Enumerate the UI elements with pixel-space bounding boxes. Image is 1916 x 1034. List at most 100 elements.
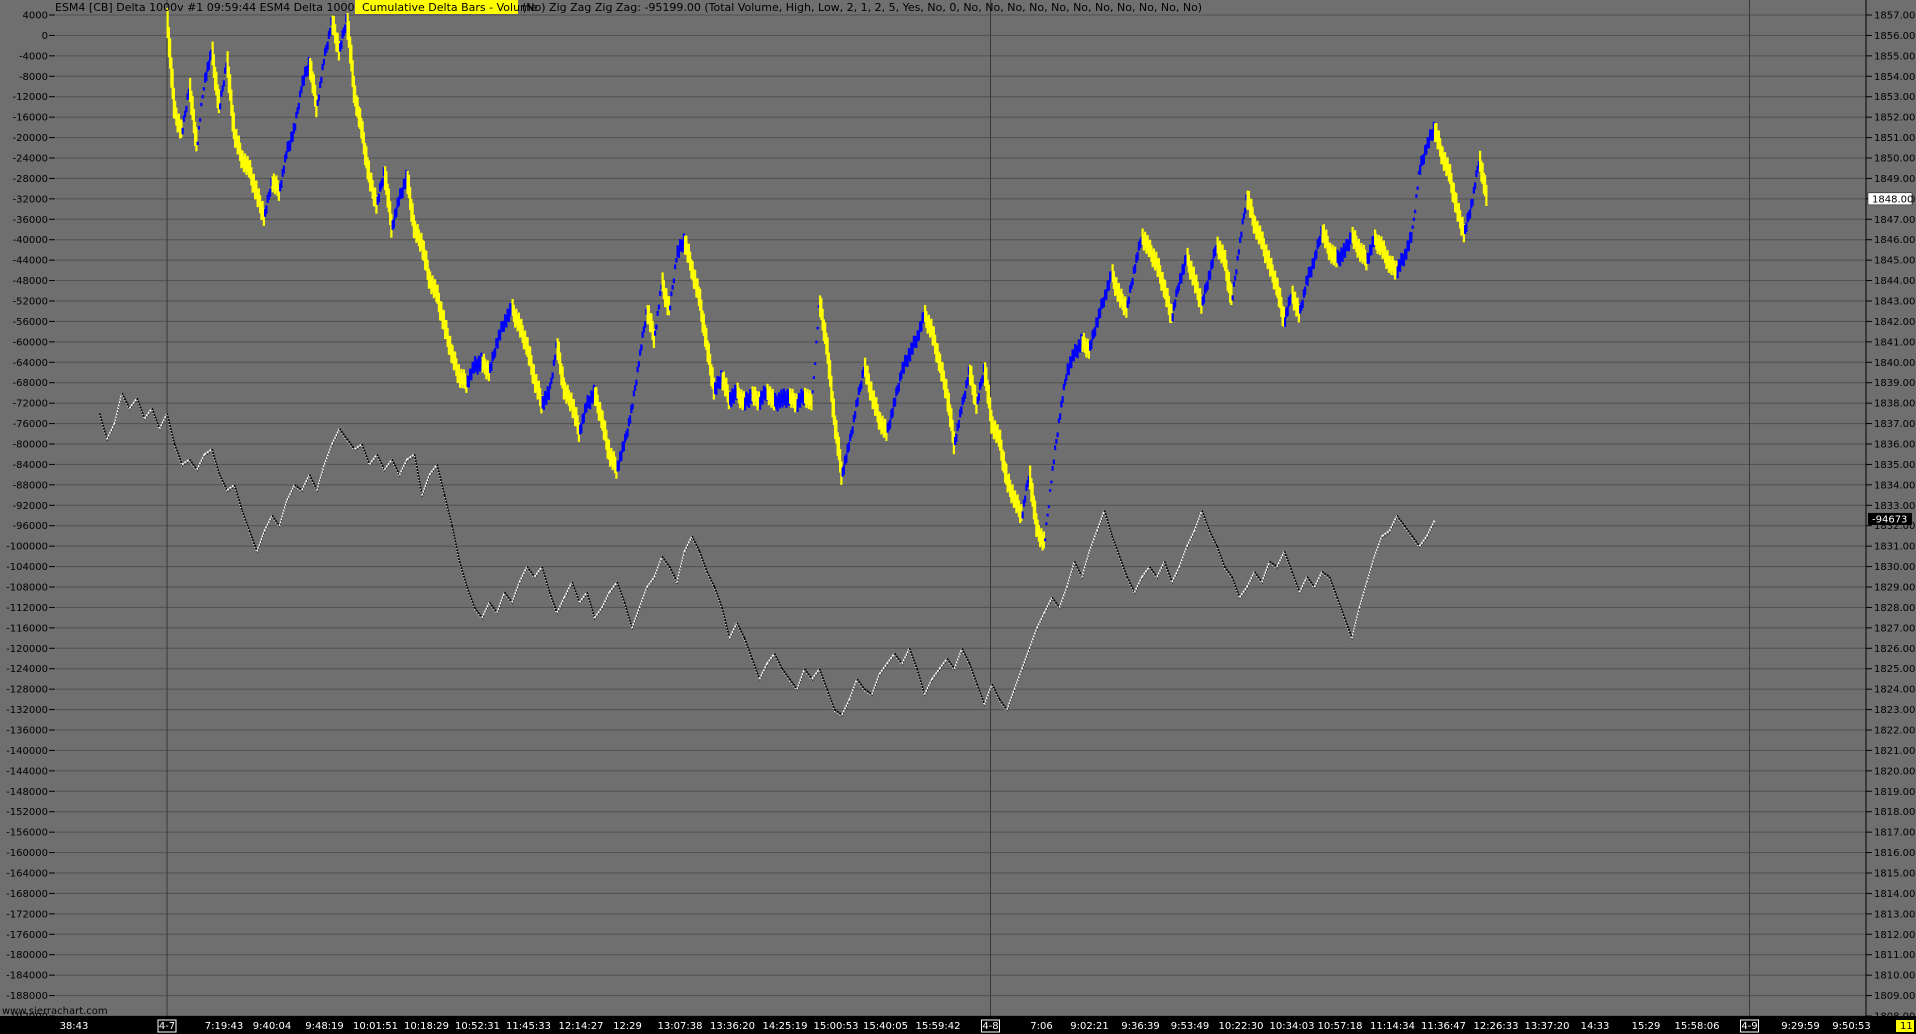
x-tick-label: 14:33 — [1581, 1021, 1610, 1032]
right-tick-label: 1827.00 — [1874, 623, 1915, 634]
x-tick-label: 10:57:18 — [1318, 1021, 1363, 1032]
left-tick-label: -80000 — [13, 440, 48, 451]
right-tick-label: 1844.00 — [1874, 276, 1915, 287]
right-tick-label: 1810.00 — [1874, 971, 1915, 982]
right-tick-label: 1816.00 — [1874, 848, 1915, 859]
left-tick-label: -76000 — [13, 419, 48, 430]
x-axis[interactable]: 38:43 4-7 7:19:43 9:40:04 9:48:19 10:01:51 10:… — [0, 1016, 1916, 1034]
x-tick-label: 12:14:27 — [559, 1021, 604, 1032]
left-tick-label: -32000 — [13, 194, 48, 205]
right-tick-label: 1855.00 — [1874, 51, 1915, 62]
x-tick-label: 11:45:33 — [506, 1021, 551, 1032]
x-tick-label: 12:29 — [613, 1021, 642, 1032]
left-tick-label: 0 — [42, 31, 48, 42]
right-tick-label: 1854.00 — [1874, 72, 1915, 83]
left-tick-label: -36000 — [13, 215, 48, 226]
chart-svg: 4000 0 -4000 -8000 -12000 -16000 -20000 -24000 -… — [0, 0, 1916, 1034]
left-tick-label: -88000 — [13, 480, 48, 491]
x-tick-label: 15:40:05 — [863, 1021, 908, 1032]
x-tick-label: 9:48:19 — [305, 1021, 344, 1032]
right-tick-label: 1823.00 — [1874, 705, 1915, 716]
left-tick-label: -188000 — [6, 991, 48, 1002]
header-prefix: ESM4 [CB] Delta 1000v #1 09:59:44 ESM4 D… — [55, 1, 381, 14]
left-tick-label: -120000 — [6, 644, 48, 655]
left-tick-label: -140000 — [6, 746, 48, 757]
right-tick-label: 1850.00 — [1874, 154, 1915, 165]
left-tick-label: -68000 — [13, 378, 48, 389]
x-tick-label: 7:06 — [1030, 1021, 1052, 1032]
left-tick-label: -160000 — [6, 848, 48, 859]
x-tick-label: 10:34:03 — [1270, 1021, 1315, 1032]
header-suffix: (No) Zig Zag Zig Zag: -95199.00 (Total V… — [522, 1, 1202, 14]
x-tick-label: 14:25:19 — [763, 1021, 808, 1032]
right-tick-label: 1824.00 — [1874, 685, 1915, 696]
left-tick-label: -132000 — [6, 705, 48, 716]
left-tick-label: -12000 — [13, 92, 48, 103]
left-tick-label: -24000 — [13, 154, 48, 165]
left-tick-label: -112000 — [6, 603, 48, 614]
right-axis[interactable]: 1857.00 1856.00 1855.00 1854.00 1853.00 1852.… — [1865, 0, 1915, 1023]
right-tick-label: 1813.00 — [1874, 909, 1915, 920]
x-tick-label: 13:07:38 — [658, 1021, 703, 1032]
right-tick-label: 1849.00 — [1874, 174, 1915, 185]
right-tick-label: 1838.00 — [1874, 399, 1915, 410]
right-tick-label: 1814.00 — [1874, 889, 1915, 900]
right-tick-label: 1852.00 — [1874, 113, 1915, 124]
left-tick-label: -56000 — [13, 317, 48, 328]
x-tick-label: 9:40:04 — [253, 1021, 292, 1032]
left-tick-label: -180000 — [6, 950, 48, 961]
left-tick-label: -168000 — [6, 889, 48, 900]
right-tick-label: 1822.00 — [1874, 726, 1915, 737]
left-tick-label: -116000 — [6, 623, 48, 634]
x-tick-label: 13:36:20 — [710, 1021, 755, 1032]
right-tick-label: 1857.00 — [1874, 11, 1915, 22]
right-tick-label: 1836.00 — [1874, 440, 1915, 451]
right-tick-label: 1856.00 — [1874, 31, 1915, 42]
date-box-label: 4-8 — [982, 1021, 998, 1032]
left-tick-label: -100000 — [6, 542, 48, 553]
right-tick-label: 1831.00 — [1874, 542, 1915, 553]
left-tick-label: -92000 — [13, 501, 48, 512]
x-tick-label: 15:29 — [1632, 1021, 1661, 1032]
left-tick-label: -108000 — [6, 583, 48, 594]
x-tick-label: 10:18:29 — [404, 1021, 449, 1032]
left-tick-label: -104000 — [6, 562, 48, 573]
x-tick-label: 10:22:30 — [1219, 1021, 1264, 1032]
right-tick-label: 1818.00 — [1874, 807, 1915, 818]
x-tick-label: 11:36:47 — [1421, 1021, 1466, 1032]
right-tick-label: 1829.00 — [1874, 583, 1915, 594]
x-tick-label: 15:58:06 — [1675, 1021, 1720, 1032]
left-tick-label: -172000 — [6, 909, 48, 920]
right-tick-label: 1812.00 — [1874, 930, 1915, 941]
x-tick-label: 9:50:53 — [1832, 1021, 1871, 1032]
study-label[interactable]: Cumulative Delta Bars - Volume — [362, 1, 538, 14]
x-tick-label: 9:36:39 — [1121, 1021, 1160, 1032]
right-tick-label: 1846.00 — [1874, 235, 1915, 246]
right-tick-label: 1809.00 — [1874, 991, 1915, 1002]
corner-badge-label: 11 — [1900, 1021, 1913, 1032]
x-tick-label: 9:29:59 — [1781, 1021, 1820, 1032]
right-tick-label: 1826.00 — [1874, 644, 1915, 655]
right-tick-label: 1828.00 — [1874, 603, 1915, 614]
right-tick-label: 1839.00 — [1874, 378, 1915, 389]
last-price-label: 1848.00 — [1872, 194, 1913, 205]
right-tick-label: 1853.00 — [1874, 92, 1915, 103]
right-tick-label: 1830.00 — [1874, 562, 1915, 573]
x-tick-label: 38:43 — [60, 1021, 89, 1032]
last-delta-label: -94673 — [1872, 514, 1907, 525]
left-tick-label: -128000 — [6, 685, 48, 696]
left-tick-label: -136000 — [6, 726, 48, 737]
left-tick-label: -144000 — [6, 766, 48, 777]
left-tick-label: 4000 — [23, 11, 48, 22]
x-tick-label: 7:19:43 — [205, 1021, 244, 1032]
x-tick-label: 9:02:21 — [1070, 1021, 1109, 1032]
left-tick-label: -96000 — [13, 521, 48, 532]
right-tick-label: 1842.00 — [1874, 317, 1915, 328]
left-tick-label: -64000 — [13, 358, 48, 369]
left-tick-label: -148000 — [6, 787, 48, 798]
chart-header: ESM4 [CB] Delta 1000v #1 09:59:44 ESM4 D… — [55, 0, 1202, 14]
watermark: www.sierrachart.com — [2, 1006, 108, 1017]
left-tick-label: -176000 — [6, 930, 48, 941]
left-tick-label: -156000 — [6, 828, 48, 839]
left-tick-label: -28000 — [13, 174, 48, 185]
